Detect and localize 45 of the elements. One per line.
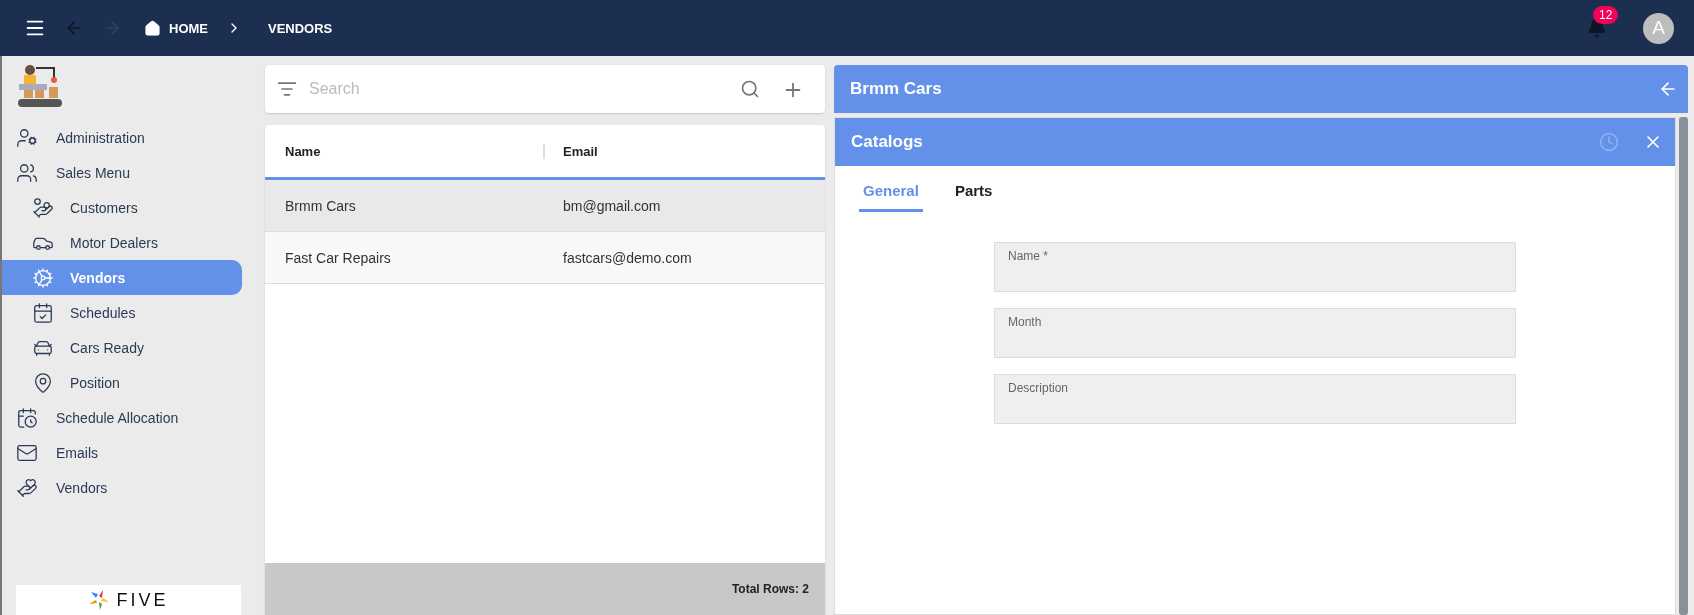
table-cell: bm@gmail.com [563,197,661,214]
menu-item-icon [32,196,54,219]
menu-item-icon [32,371,54,394]
table-cell: Fast Car Repairs [285,249,391,266]
search-field[interactable]: Search [265,65,825,113]
breadcrumb-link[interactable]: HOME [144,19,208,37]
logo-icon [88,589,111,611]
sidebar-item[interactable]: Emails [2,435,242,470]
menu-item-icon [32,266,54,289]
table-footer: Total Rows: 2 [265,563,825,615]
table-cell: fastcars@demo.com [563,249,692,266]
sidebar-item[interactable]: Schedules [2,295,242,330]
column-header[interactable]: Name [285,143,321,159]
menu-item-icon [16,161,38,184]
notification-badge: 12 [1593,6,1619,24]
sidebar-item[interactable]: Vendors [2,470,242,505]
logo-text: FIVE [116,589,169,611]
search-icon [740,79,760,99]
sidebar-item[interactable]: Position [2,365,242,400]
record-title: Brmm Cars [850,79,942,99]
menu-item-icon [32,301,54,324]
table-row[interactable]: Brmm Cars bm@gmail.com [265,180,825,232]
menu-item-icon [16,476,38,499]
subform-title: Catalogs [851,132,923,152]
clock-icon [1599,132,1619,152]
search-button[interactable] [740,79,760,99]
sidebar-item[interactable]: Administration [2,120,242,155]
home-icon [144,19,161,37]
sidebar-item[interactable]: Sales Menu [2,155,242,190]
sidebar-item[interactable]: Schedule Allocation [2,400,242,435]
column-header[interactable]: Email [563,143,598,159]
breadcrumb-link[interactable]: VENDORS [268,20,333,36]
filter-icon [277,79,297,99]
input-field[interactable]: Month [994,308,1516,358]
sidebar-item[interactable]: Cars Ready [2,330,242,365]
sidebar-item[interactable]: Motor Dealers [2,225,242,260]
table-cell: Brmm Cars [285,197,356,214]
menu-item-icon [16,406,38,429]
input-field[interactable]: Description [994,374,1516,424]
scrollbar-thumb[interactable] [1679,117,1688,615]
input-field[interactable]: Name * [994,242,1516,292]
sidebar-item[interactable]: Customers [2,190,242,225]
tab[interactable]: Parts [950,178,997,212]
menu-item-icon [16,126,38,149]
table-row[interactable]: Fast Car Repairs fastcars@demo.com [265,232,825,284]
